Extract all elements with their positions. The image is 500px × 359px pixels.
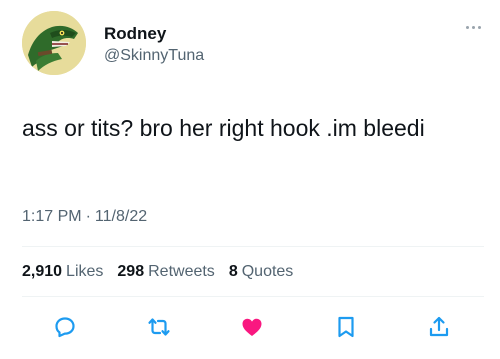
retweets-stat[interactable]: 298 Retweets [117, 263, 214, 281]
share-icon [429, 316, 449, 337]
share-button[interactable] [426, 314, 452, 340]
avatar[interactable] [22, 11, 86, 75]
likes-label: Likes [66, 263, 104, 280]
divider [22, 246, 484, 247]
action-bar [52, 314, 452, 340]
display-name[interactable]: Rodney [104, 24, 204, 44]
retweet-button[interactable] [146, 314, 172, 340]
tweet-text: ass or tits? bro her right hook .im blee… [22, 115, 425, 141]
tweet-stats: 2,910 Likes 298 Retweets 8 Quotes [22, 263, 293, 281]
quotes-label: Quotes [241, 263, 294, 280]
reply-icon [55, 317, 75, 338]
heart-icon [242, 318, 262, 336]
retweet-icon [147, 318, 170, 336]
divider [22, 296, 484, 297]
user-info: Rodney @SkinnyTuna [104, 24, 204, 66]
likes-stat[interactable]: 2,910 Likes [22, 263, 103, 281]
quotes-count: 8 [228, 263, 238, 280]
bookmark-button[interactable] [333, 314, 359, 340]
tweet-card: Rodney @SkinnyTuna ass or tits? bro her … [0, 0, 500, 359]
reply-button[interactable] [52, 314, 78, 340]
tweet-timestamp[interactable]: 1:17 PM · 11/8/22 [22, 208, 147, 226]
quotes-stat[interactable]: 8 Quotes [229, 263, 294, 281]
handle[interactable]: @SkinnyTuna [104, 46, 204, 66]
retweets-label: Retweets [148, 263, 215, 280]
separator-dot: · [85, 208, 91, 225]
retweets-count: 298 [117, 263, 145, 280]
tweet-time: 1:17 PM [22, 208, 82, 225]
likes-count: 2,910 [22, 263, 63, 280]
like-button[interactable] [239, 314, 265, 340]
avatar-image [22, 11, 86, 75]
more-icon[interactable] [462, 22, 484, 32]
tweet-date: 11/8/22 [94, 208, 148, 225]
bookmark-icon [337, 316, 354, 338]
